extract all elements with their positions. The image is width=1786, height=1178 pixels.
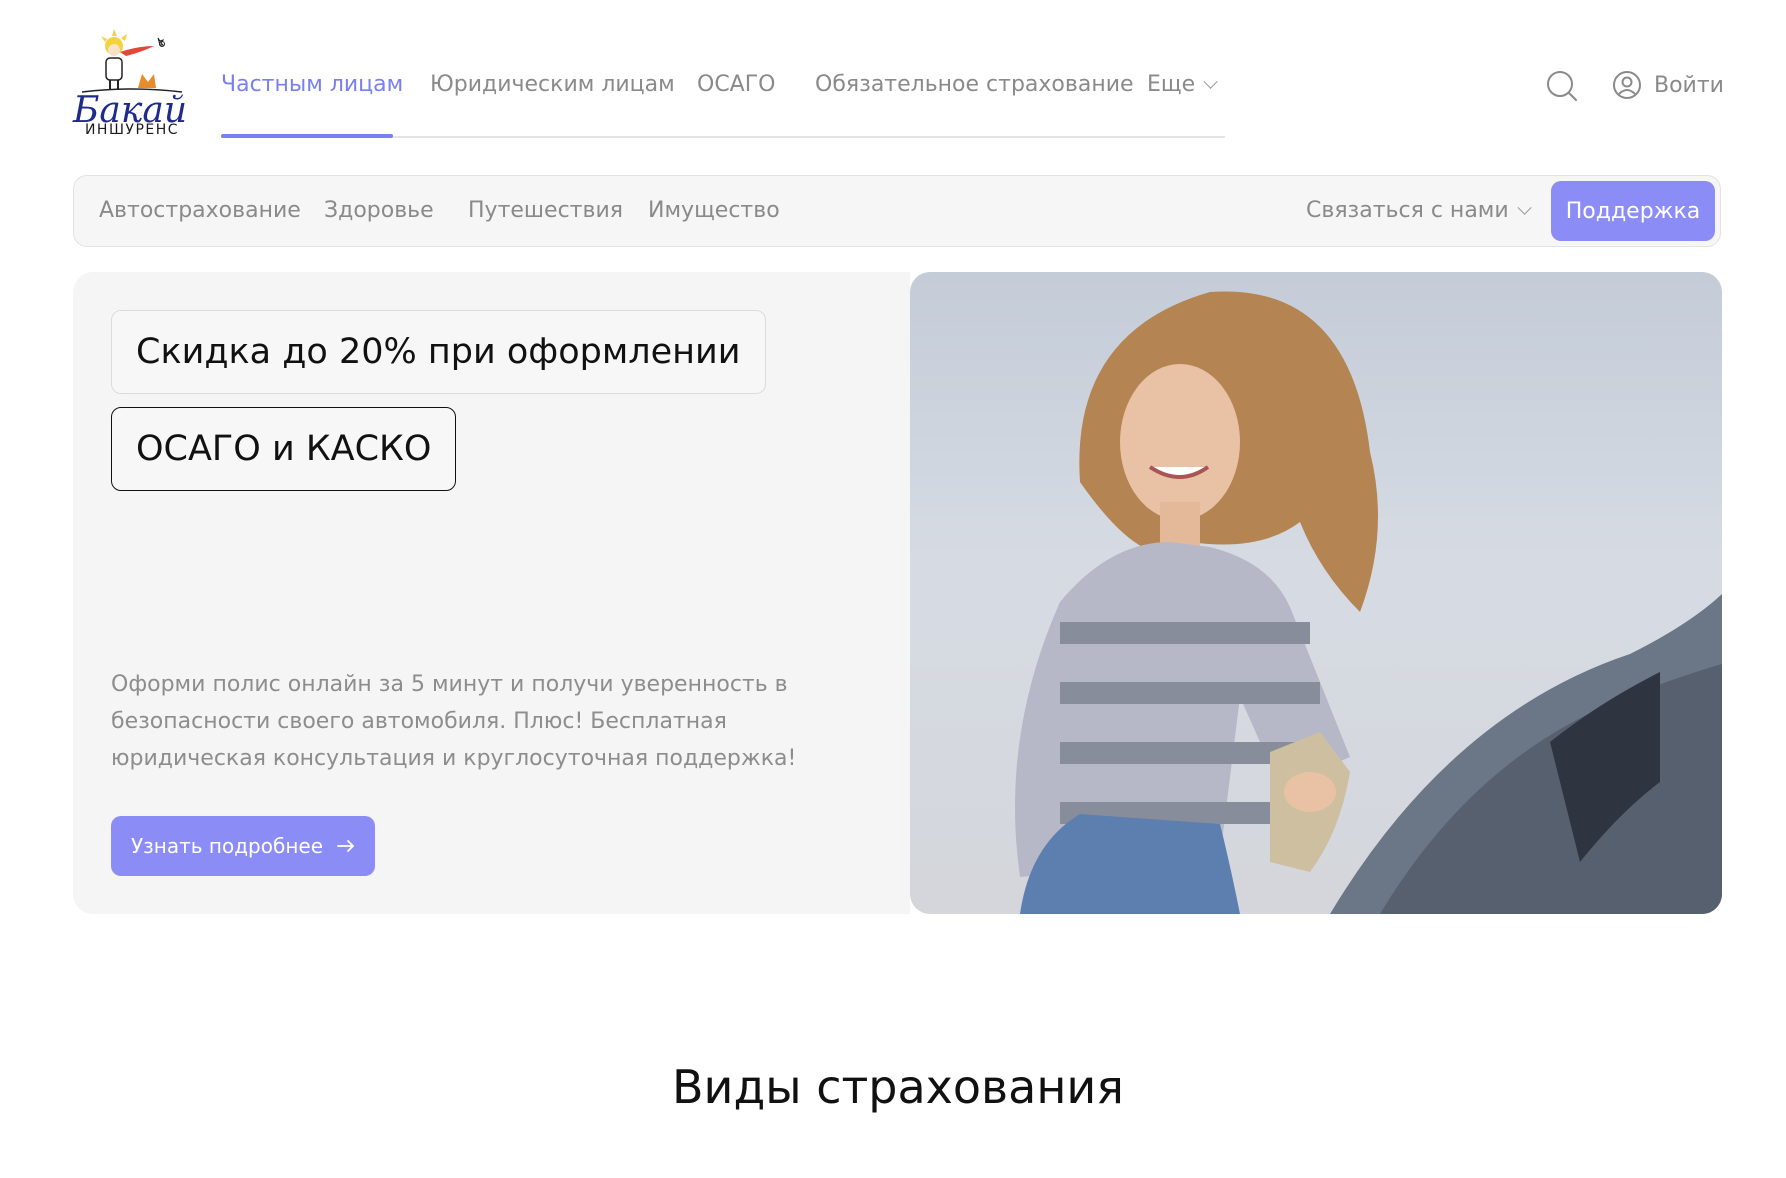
nav-more[interactable]: Еще xyxy=(1147,72,1218,97)
login-button[interactable]: Войти xyxy=(1612,68,1724,102)
nav-business[interactable]: Юридическим лицам xyxy=(430,72,675,97)
woman-cleaning-car-illustration xyxy=(1015,291,1722,914)
section-title: Виды страхования xyxy=(672,1060,1124,1114)
hero-content: Скидка до 20% при оформлении ОСАГО и КАС… xyxy=(73,272,910,914)
hero-photo xyxy=(910,272,1722,914)
category-nav: Автострахование Здоровье Путешествия Иму… xyxy=(73,175,1721,247)
contact-dropdown[interactable]: Связаться с нами xyxy=(1306,198,1532,223)
hero-description: Оформи полис онлайн за 5 минут и получи … xyxy=(111,672,797,771)
logo-subtitle: ИНШУРЕНС xyxy=(84,122,180,138)
nav-more-label: Еще xyxy=(1147,72,1196,97)
learn-more-label: Узнать подробнее xyxy=(130,834,324,858)
nav-osago[interactable]: ОСАГО xyxy=(697,72,775,97)
arrow-right-icon xyxy=(337,840,354,852)
category-travel[interactable]: Путешествия xyxy=(468,198,623,223)
login-label: Войти xyxy=(1654,72,1724,98)
user-icon xyxy=(1613,71,1641,99)
chevron-down-icon xyxy=(1517,200,1532,215)
logo-illustration: Бакай xyxy=(72,29,187,128)
category-health[interactable]: Здоровье xyxy=(324,198,434,223)
category-property[interactable]: Имущество xyxy=(648,198,780,223)
learn-more-button[interactable]: Узнать подробнее xyxy=(111,816,375,876)
support-button[interactable]: Поддержка xyxy=(1551,181,1715,241)
main-nav: Частным лицам Юридическим лицам ОСАГО Об… xyxy=(221,62,1225,138)
nav-mandatory[interactable]: Обязательное страхование xyxy=(815,72,1134,97)
contact-label: Связаться с нами xyxy=(1306,198,1509,223)
promo-tag-discount: Скидка до 20% при оформлении xyxy=(111,310,766,394)
chevron-down-icon xyxy=(1203,74,1218,89)
brand-logo[interactable]: Бакай ИНШУРЕНС xyxy=(72,28,188,142)
search-icon[interactable] xyxy=(1545,69,1579,103)
page: Бакай ИНШУРЕНС Частным лицам Юридическим… xyxy=(0,0,1786,1178)
promo-tag-products: ОСАГО и КАСКО xyxy=(111,407,457,491)
nav-private[interactable]: Частным лицам xyxy=(221,72,403,97)
active-tab-indicator xyxy=(221,134,393,138)
category-auto[interactable]: Автострахование xyxy=(99,198,301,223)
